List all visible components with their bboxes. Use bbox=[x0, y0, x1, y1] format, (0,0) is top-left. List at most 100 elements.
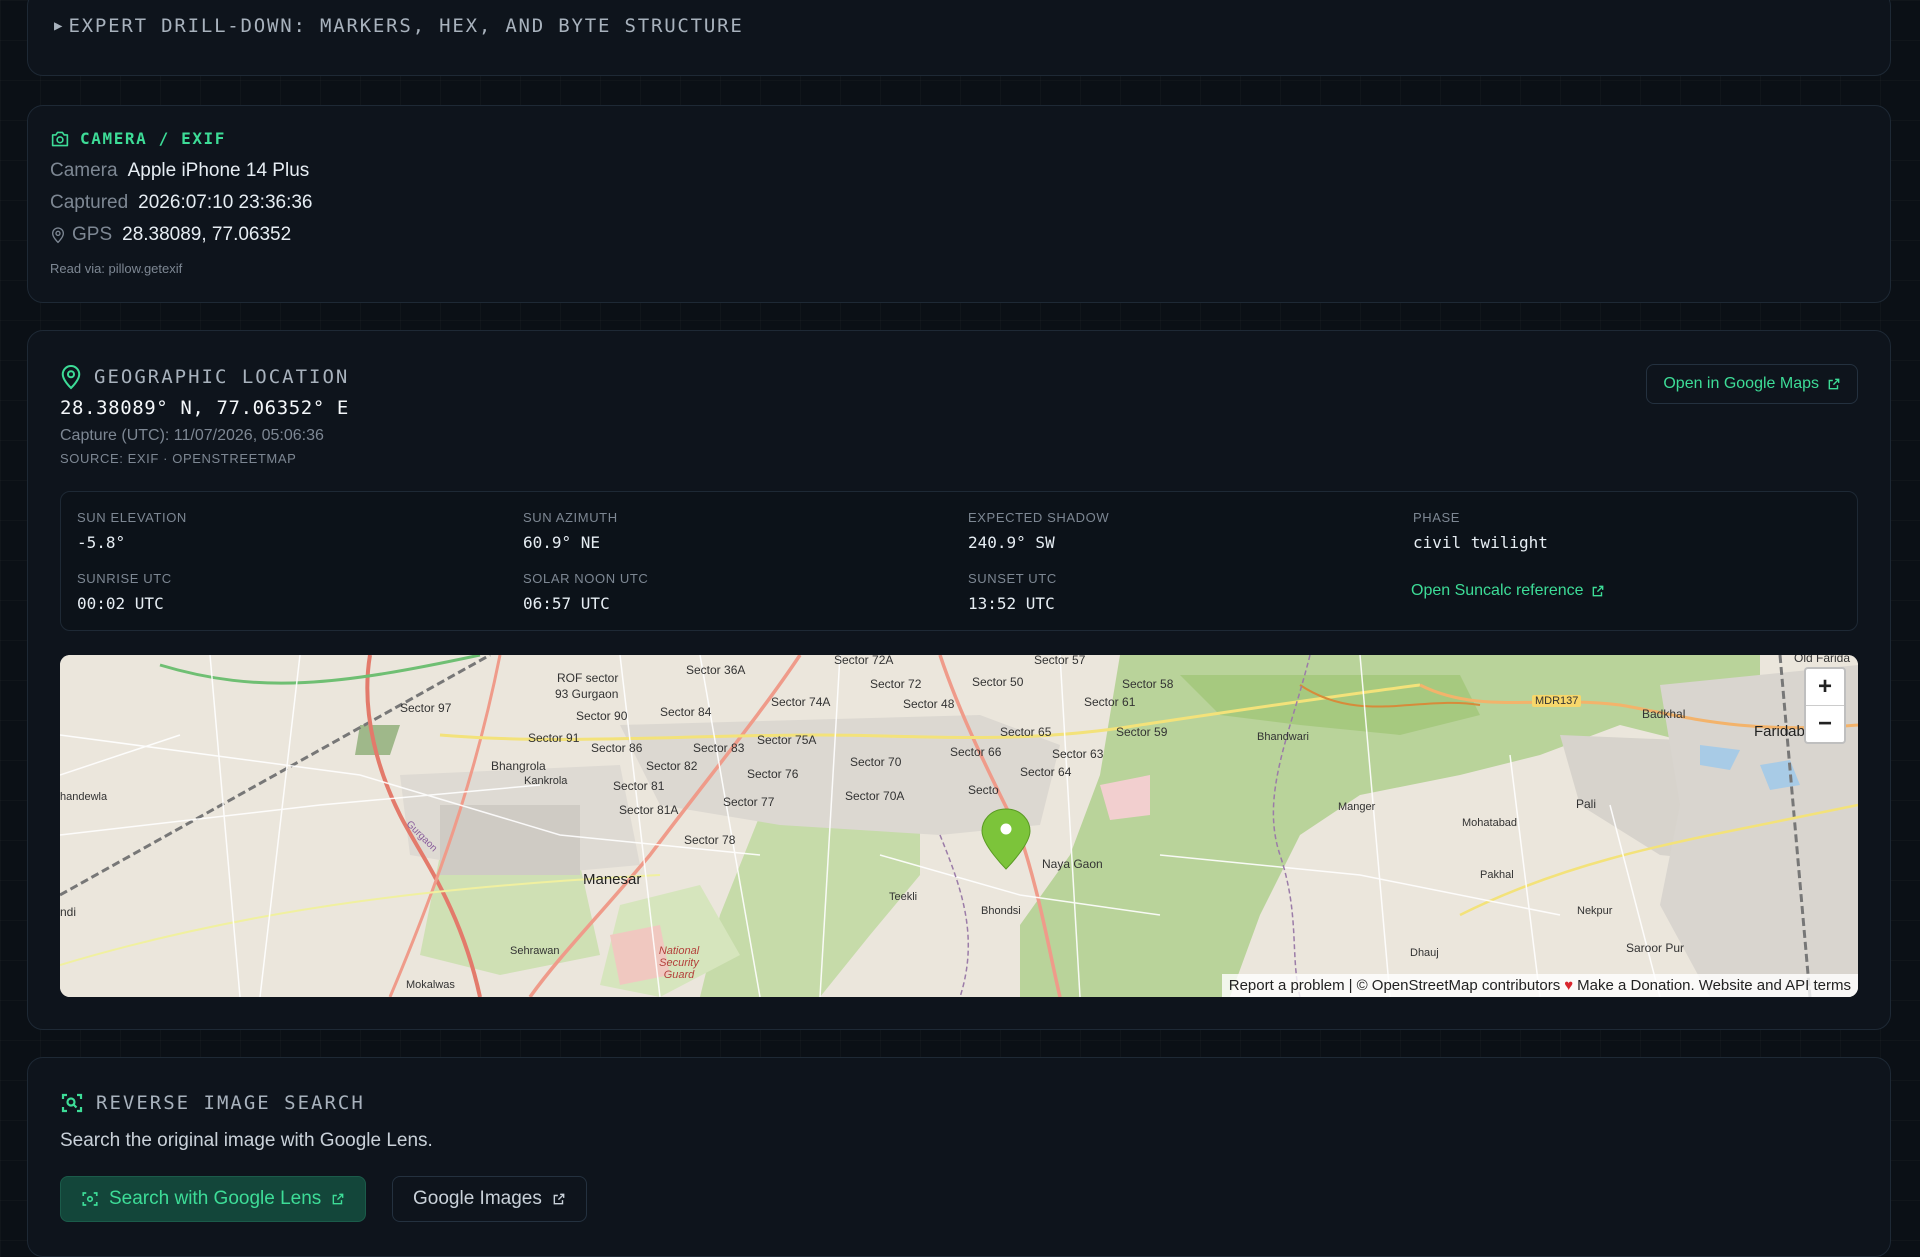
map-label: Sector 74A bbox=[771, 695, 831, 709]
open-suncalc-link[interactable]: Open Suncalc reference bbox=[1411, 582, 1605, 600]
expert-drilldown-panel[interactable]: ▶ EXPERT DRILL-DOWN: MARKERS, HEX, AND B… bbox=[27, 0, 1891, 76]
osm-map[interactable]: Sector 36A Sector 72A Sector 57 Old Fari… bbox=[60, 655, 1858, 997]
map-label: Manger bbox=[1338, 801, 1376, 813]
expert-drilldown-toggle[interactable]: ▶ EXPERT DRILL-DOWN: MARKERS, HEX, AND B… bbox=[54, 15, 744, 37]
reverse-search-description: Search the original image with Google Le… bbox=[60, 1130, 433, 1151]
map-label: Sector 61 bbox=[1084, 695, 1136, 709]
sunset-value: 13:52 UTC bbox=[968, 594, 1055, 613]
map-label: Sector 36A bbox=[686, 663, 746, 677]
map-label: Sector 63 bbox=[1052, 747, 1104, 761]
external-link-icon bbox=[1592, 585, 1603, 597]
map-label: Sector 86 bbox=[591, 741, 643, 755]
map-label: Sector 90 bbox=[576, 709, 628, 723]
scan-icon bbox=[82, 1192, 98, 1206]
google-images-button[interactable]: Google Images bbox=[392, 1176, 587, 1222]
camera-value: Apple iPhone 14 Plus bbox=[127, 160, 310, 181]
zoom-out-button[interactable]: − bbox=[1806, 705, 1844, 742]
solar-noon-label: SOLAR NOON UTC bbox=[523, 571, 649, 586]
map-label: Sector 78 bbox=[684, 833, 736, 847]
map-label: Bhangrola bbox=[491, 759, 546, 773]
external-link-icon bbox=[332, 1193, 344, 1205]
map-label: Sector 66 bbox=[950, 745, 1002, 759]
map-attribution: Report a problem | © OpenStreetMap contr… bbox=[1221, 974, 1858, 997]
sun-azimuth-value: 60.9° NE bbox=[523, 533, 601, 552]
map-label: Bhandwari bbox=[1257, 731, 1309, 743]
map-label: Secto bbox=[968, 783, 999, 797]
geo-header: GEOGRAPHIC LOCATION bbox=[60, 364, 349, 390]
map-label: Sector 70 bbox=[850, 755, 902, 769]
map-label: Naya Gaon bbox=[1042, 857, 1103, 871]
map-label: Mohatabad bbox=[1462, 817, 1518, 829]
map-label: Sector 48 bbox=[903, 697, 955, 711]
map-label: Sector 72A bbox=[834, 655, 894, 667]
api-terms-link[interactable]: Website and API terms bbox=[1699, 977, 1851, 994]
solar-noon-value: 06:57 UTC bbox=[523, 594, 610, 613]
geo-title: GEOGRAPHIC LOCATION bbox=[94, 366, 350, 388]
location-pin-icon bbox=[51, 227, 65, 244]
map-label: Sector 82 bbox=[646, 759, 698, 773]
google-lens-button[interactable]: Search with Google Lens bbox=[60, 1176, 367, 1222]
geo-coordinates: 28.38089° N, 77.06352° E bbox=[60, 397, 349, 419]
map-label: Old Farida bbox=[1794, 655, 1851, 665]
osm-contributors-link[interactable]: © OpenStreetMap contributors bbox=[1357, 977, 1561, 994]
exif-title: CAMERA / EXIF bbox=[80, 129, 227, 148]
zoom-in-button[interactable]: + bbox=[1806, 669, 1844, 705]
map-label: Sector 58 bbox=[1122, 677, 1174, 691]
map-label: Sector 84 bbox=[660, 705, 712, 719]
map-label: Bhondsi bbox=[981, 905, 1021, 917]
geographic-location-panel: GEOGRAPHIC LOCATION 28.38089° N, 77.0635… bbox=[27, 330, 1891, 1030]
map-label: Sector 91 bbox=[528, 731, 580, 745]
sun-phase-label: PHASE bbox=[1413, 510, 1461, 525]
map-label: MDR137 bbox=[1532, 695, 1582, 707]
scan-search-icon bbox=[61, 1093, 83, 1113]
expert-drilldown-title: EXPERT DRILL-DOWN: MARKERS, HEX, AND BYT… bbox=[68, 15, 744, 37]
map-tiles[interactable] bbox=[60, 655, 1858, 997]
reverse-search-title: REVERSE IMAGE SEARCH bbox=[96, 1092, 365, 1114]
attribution-separator: | bbox=[1348, 977, 1353, 994]
solar-noon-utc: SOLAR NOON UTC 06:57 UTC bbox=[523, 571, 648, 613]
captured-value: 2026:07:10 23:36:36 bbox=[138, 192, 313, 213]
map-pin-icon bbox=[61, 365, 81, 390]
exif-header: CAMERA / EXIF bbox=[50, 129, 226, 148]
sun-elevation-value: -5.8° bbox=[77, 533, 126, 552]
map-label: Sector 77 bbox=[723, 795, 775, 809]
gps-label: GPS bbox=[72, 224, 113, 245]
map-label: Sector 50 bbox=[972, 675, 1024, 689]
map-label: Teekli bbox=[889, 891, 918, 903]
open-suncalc-label: Open Suncalc reference bbox=[1411, 582, 1584, 599]
map-label: Sector 70A bbox=[845, 789, 905, 803]
map-label: Pali bbox=[1576, 797, 1597, 811]
exif-camera-row: Camera Apple iPhone 14 Plus bbox=[50, 160, 309, 182]
map-label: Sector 64 bbox=[1020, 765, 1072, 779]
sunrise-value: 00:02 UTC bbox=[77, 594, 164, 613]
open-google-maps-button[interactable]: Open in Google Maps bbox=[1646, 364, 1858, 404]
map-label: 93 Gurgaon bbox=[555, 687, 619, 701]
reverse-search-header: REVERSE IMAGE SEARCH bbox=[60, 1091, 365, 1115]
sun-elevation-label: SUN ELEVATION bbox=[77, 510, 187, 525]
expected-shadow-value: 240.9° SW bbox=[968, 533, 1055, 552]
map-label: Sector 75A bbox=[757, 733, 817, 747]
sunrise-label: SUNRISE UTC bbox=[77, 571, 172, 586]
map-label: Mokalwas bbox=[406, 979, 455, 991]
map-label: Sector 97 bbox=[400, 701, 452, 715]
map-label: Sector 81A bbox=[619, 803, 679, 817]
exif-captured-row: Captured 2026:07:10 23:36:36 bbox=[50, 192, 313, 214]
expected-shadow-label: EXPECTED SHADOW bbox=[968, 510, 1110, 525]
report-problem-link[interactable]: Report a problem bbox=[1229, 977, 1345, 994]
expand-triangle-icon: ▶ bbox=[54, 18, 63, 34]
external-link-icon bbox=[553, 1193, 565, 1205]
donation-link[interactable]: Make a Donation. bbox=[1577, 977, 1695, 994]
camera-label: Camera bbox=[50, 160, 118, 181]
google-images-label: Google Images bbox=[413, 1188, 542, 1209]
sun-azimuth: SUN AZIMUTH 60.9° NE bbox=[523, 510, 618, 552]
map-label: ROF sector bbox=[557, 671, 619, 685]
gps-value: 28.38089, 77.06352 bbox=[122, 224, 292, 245]
map-label: Nekpur bbox=[1577, 905, 1613, 917]
sun-phase: PHASE civil twilight bbox=[1413, 510, 1548, 552]
map-label: Pakhal bbox=[1480, 869, 1514, 881]
map-label: Kankrola bbox=[524, 775, 568, 787]
expected-shadow: EXPECTED SHADOW 240.9° SW bbox=[968, 510, 1109, 552]
map-label: Sehrawan bbox=[510, 945, 560, 957]
map-label: ndi bbox=[60, 905, 77, 919]
sun-elevation: SUN ELEVATION -5.8° bbox=[77, 510, 187, 552]
